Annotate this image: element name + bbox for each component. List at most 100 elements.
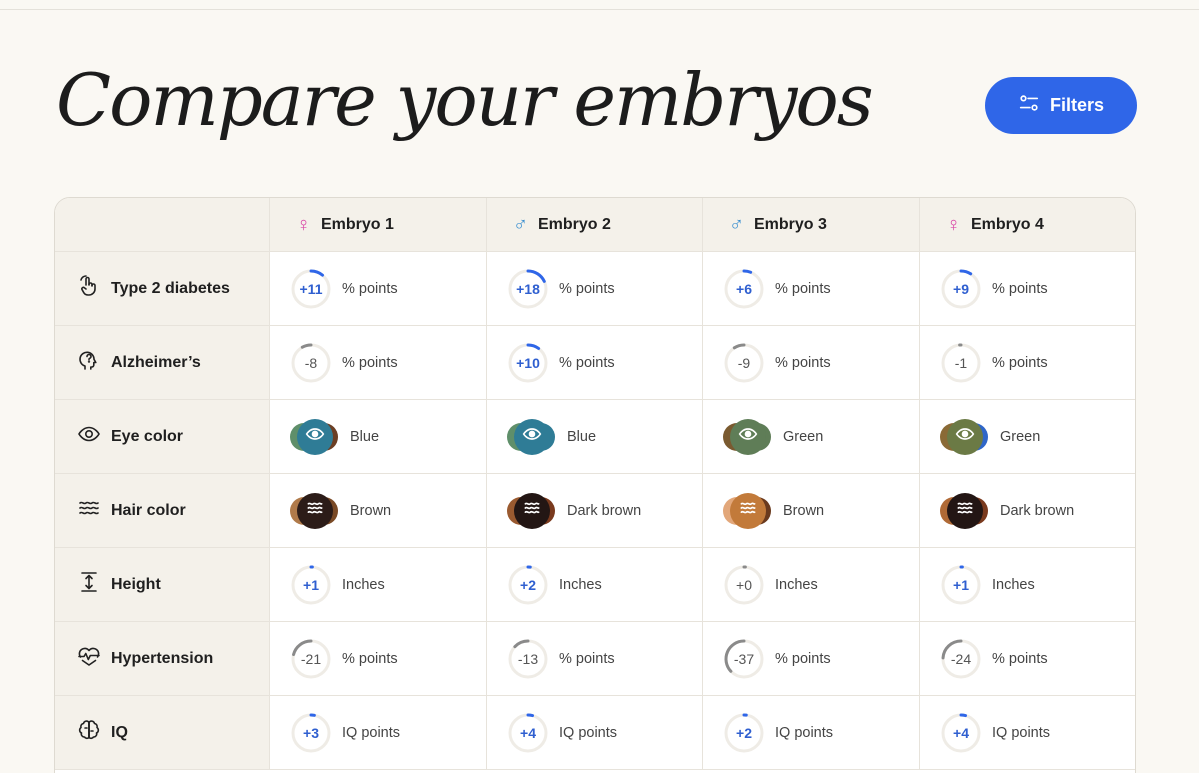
row-label-hypertension[interactable]: Hypertension [55, 622, 270, 696]
score-unit: % points [992, 280, 1048, 297]
hypertension-cell-embryo-4: -24 % points [920, 622, 1135, 696]
height-cell-embryo-2: +2 Inches [487, 548, 703, 622]
score-unit: % points [775, 650, 831, 667]
eye-icon [77, 422, 101, 451]
embryo-header-3[interactable]: ♂ Embryo 3 [703, 198, 920, 252]
hypertension-cell-embryo-2: -13 % points [487, 622, 703, 696]
score-value: +10 [516, 354, 540, 371]
row-label-text: Type 2 diabetes [111, 279, 230, 297]
iq-cell-embryo-2: +4 IQ points [487, 696, 703, 770]
score-unit: % points [342, 354, 398, 371]
score-ring: -37 [723, 638, 765, 680]
score-ring: -8 [290, 342, 332, 384]
female-symbol-icon: ♀ [946, 213, 961, 236]
score-value: +1 [303, 576, 319, 593]
score-value: +18 [516, 280, 540, 297]
score-value: +4 [953, 724, 969, 741]
eye-color-swatch [940, 418, 990, 455]
eye-color-swatch [290, 418, 340, 455]
comparison-table: ♀ Embryo 1 ♂ Embryo 2 ♂ Embryo 3 ♀ Embryo 4 Type… [54, 197, 1136, 773]
row-label-iq[interactable]: IQ [55, 696, 270, 770]
score-ring: -1 [940, 342, 982, 384]
hand-tap-icon [77, 274, 101, 303]
eye-color-cell-embryo-2: Blue [487, 400, 703, 474]
type-2-diabetes-cell-embryo-4: +9 % points [920, 252, 1135, 326]
swatch-main-shade [730, 418, 766, 455]
embryo-name: Embryo 2 [538, 215, 611, 233]
embryo-name: Embryo 1 [321, 215, 394, 233]
embryo-header-1[interactable]: ♀ Embryo 1 [270, 198, 487, 252]
score-ring: +18 [507, 268, 549, 310]
color-label: Blue [567, 428, 597, 445]
hair-color-swatch [723, 492, 773, 529]
score-ring: +4 [507, 712, 549, 754]
height-arrows-icon [77, 570, 101, 599]
alzheimer-s-cell-embryo-4: -1 % points [920, 326, 1135, 400]
type-2-diabetes-cell-embryo-1: +11 % points [270, 252, 487, 326]
score-unit: % points [342, 650, 398, 667]
row-label-text: IQ [111, 723, 128, 741]
score-unit: Inches [342, 576, 385, 593]
score-value: +0 [736, 576, 752, 593]
score-unit: IQ points [559, 724, 618, 741]
filters-label: Filters [1049, 95, 1105, 115]
row-label-text: Hypertension [111, 649, 214, 667]
iq-cell-embryo-1: +3 IQ points [270, 696, 487, 770]
score-ring: +3 [290, 712, 332, 754]
eye-icon [305, 424, 325, 449]
alzheimer-s-cell-embryo-3: -9 % points [703, 326, 920, 400]
row-label-hair-color[interactable]: Hair color [55, 474, 270, 548]
row-label-eye-color[interactable]: Eye color [55, 400, 270, 474]
hair-color-cell-embryo-1: Brown [270, 474, 487, 548]
swatch-main-shade [947, 418, 983, 455]
swatch-main-shade [514, 418, 550, 455]
height-cell-embryo-4: +1 Inches [920, 548, 1135, 622]
male-symbol-icon: ♂ [729, 213, 744, 236]
filters-button[interactable]: Filters [985, 77, 1137, 134]
waves-icon [77, 496, 101, 525]
eye-color-cell-embryo-4: Green [920, 400, 1135, 474]
eye-color-swatch [507, 418, 557, 455]
score-unit: % points [342, 280, 398, 297]
page-title: Compare your embryos [56, 58, 874, 142]
score-unit: % points [992, 650, 1048, 667]
height-cell-embryo-1: +1 Inches [270, 548, 487, 622]
color-label: Green [783, 428, 824, 445]
row-label-height[interactable]: Height [55, 548, 270, 622]
row-label-text: Alzheimer’s [111, 353, 201, 371]
score-unit: % points [775, 280, 831, 297]
iq-cell-embryo-4: +4 IQ points [920, 696, 1135, 770]
waves-icon [305, 498, 325, 523]
score-ring: +0 [723, 564, 765, 606]
score-value: +1 [953, 576, 969, 593]
eye-icon [738, 424, 758, 449]
score-ring: +10 [507, 342, 549, 384]
height-cell-embryo-3: +0 Inches [703, 548, 920, 622]
female-symbol-icon: ♀ [296, 213, 311, 236]
sliders-icon [1018, 92, 1040, 119]
score-ring: -24 [940, 638, 982, 680]
score-value: +4 [520, 724, 536, 741]
score-unit: Inches [992, 576, 1035, 593]
score-unit: Inches [559, 576, 602, 593]
swatch-main-shade [297, 418, 333, 455]
hair-color-cell-embryo-4: Dark brown [920, 474, 1135, 548]
type-2-diabetes-cell-embryo-3: +6 % points [703, 252, 920, 326]
score-value: -13 [517, 650, 539, 667]
embryo-header-2[interactable]: ♂ Embryo 2 [487, 198, 703, 252]
score-value: -9 [737, 354, 751, 371]
score-ring: +4 [940, 712, 982, 754]
hair-color-swatch [940, 492, 990, 529]
table-corner [55, 198, 270, 252]
row-label-type-2-diabetes[interactable]: Type 2 diabetes [55, 252, 270, 326]
alzheimer-s-cell-embryo-1: -8 % points [270, 326, 487, 400]
score-value: -37 [733, 650, 755, 667]
eye-icon [955, 424, 975, 449]
score-unit: % points [992, 354, 1048, 371]
embryo-header-4[interactable]: ♀ Embryo 4 [920, 198, 1135, 252]
eye-color-cell-embryo-3: Green [703, 400, 920, 474]
swatch-main-shade [947, 492, 983, 529]
row-label-alzheimer-s[interactable]: Alzheimer’s [55, 326, 270, 400]
score-ring: +11 [290, 268, 332, 310]
hair-color-cell-embryo-2: Dark brown [487, 474, 703, 548]
